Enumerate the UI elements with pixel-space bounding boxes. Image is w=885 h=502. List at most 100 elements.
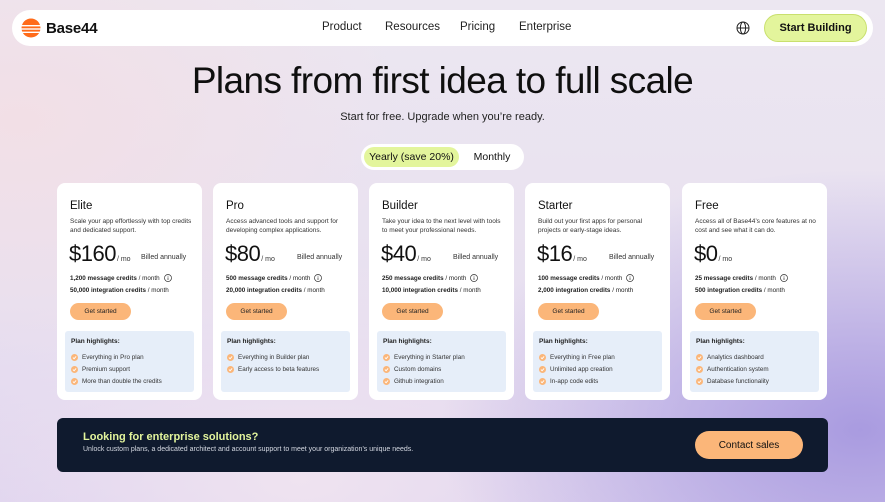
highlight-item: Analytics dashboard — [696, 351, 769, 363]
highlight-text: Everything in Free plan — [550, 353, 615, 361]
highlight-text: Custom domains — [394, 365, 442, 373]
plan-card-builder: Builder Take your idea to the next level… — [369, 183, 514, 400]
integration-credits: 500 integration credits — [695, 287, 763, 294]
highlight-text: Premium support — [82, 365, 130, 373]
price-amount: $16 — [537, 241, 573, 266]
get-started-button[interactable]: Get started — [226, 303, 287, 320]
highlight-text: Early access to beta features — [238, 365, 320, 373]
price-amount: $160 — [69, 241, 116, 266]
highlight-item: Everything in Builder plan — [227, 351, 319, 363]
top-navbar: Base44 Product Resources Pricing Enterpr… — [12, 10, 873, 46]
plan-highlights: Plan highlights: Analytics dashboard Auth… — [690, 331, 819, 392]
plan-price: $80 / mo — [225, 241, 275, 267]
check-icon — [383, 365, 390, 373]
plan-price: $0 / mo — [694, 241, 732, 267]
price-period: / mo — [718, 256, 733, 263]
highlight-text: More than double the credits — [82, 377, 162, 385]
integration-credits-period: / month — [145, 287, 169, 294]
billing-note: Billed annually — [453, 254, 499, 261]
start-building-button[interactable]: Start Building — [764, 14, 867, 42]
get-started-button[interactable]: Get started — [538, 303, 599, 320]
plan-highlights-title: Plan highlights: — [539, 338, 588, 345]
info-icon[interactable] — [626, 274, 635, 283]
credits-info: 25 message credits / month 500 integrati… — [695, 273, 817, 297]
info-icon[interactable] — [314, 274, 323, 283]
price-period: / mo — [261, 256, 275, 263]
check-icon — [227, 365, 234, 373]
highlight-item: Authentication system — [696, 363, 769, 375]
toggle-monthly[interactable]: Monthly — [464, 147, 520, 167]
integration-credits: 20,000 integration credits — [226, 287, 302, 294]
highlight-text: In-app code edits — [550, 377, 599, 385]
message-credits-line: 1,200 message credits / month — [70, 273, 192, 285]
nav-link-pricing[interactable]: Pricing — [460, 21, 495, 33]
price-amount: $80 — [225, 241, 261, 266]
nav-link-product[interactable]: Product — [322, 21, 362, 33]
check-icon — [383, 377, 390, 385]
check-icon — [539, 377, 546, 385]
check-icon — [71, 377, 78, 385]
billing-note: Billed annually — [141, 254, 187, 261]
globe-icon[interactable] — [736, 21, 750, 35]
plan-price: $16 / mo — [537, 241, 587, 267]
credits-info: 1,200 message credits / month 50,000 int… — [70, 273, 192, 297]
info-icon[interactable] — [470, 274, 479, 283]
plan-price: $40 / mo — [381, 241, 431, 267]
info-icon[interactable] — [780, 274, 788, 283]
price-amount: $0 — [694, 241, 718, 266]
get-started-button[interactable]: Get started — [70, 303, 131, 320]
integration-credits: 50,000 integration credits — [70, 287, 146, 294]
credits-info: 500 message credits / month 20,000 integ… — [226, 273, 348, 297]
message-credits-line: 500 message credits / month — [226, 273, 348, 285]
message-credits-line: 25 message credits / month — [695, 273, 817, 285]
info-icon[interactable] — [163, 274, 172, 283]
plan-highlights-title: Plan highlights: — [227, 338, 276, 345]
integration-credits: 10,000 integration credits — [382, 287, 458, 294]
highlight-item: Custom domains — [383, 363, 465, 375]
contact-sales-button[interactable]: Contact sales — [695, 431, 803, 459]
plan-highlights-title: Plan highlights: — [71, 338, 120, 345]
highlight-text: Authentication system — [707, 365, 769, 373]
message-credits-period: / month — [599, 275, 623, 282]
plan-card-free: Free Access all of Base44’s core feature… — [682, 183, 827, 400]
plan-highlights-title: Plan highlights: — [696, 338, 745, 345]
highlights-list: Everything in Free plan Unlimited app cre… — [539, 351, 615, 387]
plan-card-pro: Pro Access advanced tools and support fo… — [213, 183, 358, 400]
nav-link-resources[interactable]: Resources — [385, 21, 440, 33]
plan-description: Scale your app effortlessly with top cre… — [70, 218, 192, 234]
message-credits-period: / month — [287, 275, 311, 282]
toggle-yearly[interactable]: Yearly (save 20%) — [364, 147, 459, 167]
check-icon — [383, 353, 390, 361]
highlight-text: Everything in Starter plan — [394, 353, 465, 361]
message-credits: 100 message credits — [538, 275, 600, 282]
message-credits: 250 message credits — [382, 275, 444, 282]
enterprise-banner: Looking for enterprise solutions? Unlock… — [57, 418, 828, 472]
highlight-text: Everything in Pro plan — [82, 353, 144, 361]
highlight-item: In-app code edits — [539, 375, 615, 387]
check-icon — [227, 353, 234, 361]
integration-credits-line: 2,000 integration credits / month — [538, 285, 660, 297]
credits-info: 100 message credits / month 2,000 integr… — [538, 273, 660, 297]
plan-card-elite: Elite Scale your app effortlessly with t… — [57, 183, 202, 400]
plan-description: Access all of Base44’s core features at … — [695, 218, 816, 234]
plan-price: $160 / mo — [69, 241, 131, 267]
highlight-item: Premium support — [71, 363, 162, 375]
message-credits-line: 100 message credits / month — [538, 273, 660, 285]
price-period: / mo — [116, 256, 131, 263]
price-period: / mo — [417, 256, 431, 263]
message-credits: 25 message credits — [695, 275, 754, 282]
get-started-button[interactable]: Get started — [695, 303, 756, 320]
highlight-item: Everything in Pro plan — [71, 351, 162, 363]
highlight-text: Everything in Builder plan — [238, 353, 310, 361]
get-started-button[interactable]: Get started — [382, 303, 443, 320]
highlight-item: More than double the credits — [71, 375, 162, 387]
integration-credits-line: 50,000 integration credits / month — [70, 285, 192, 297]
nav-link-enterprise[interactable]: Enterprise — [519, 21, 571, 33]
highlight-item: Early access to beta features — [227, 363, 319, 375]
highlight-text: Database functionality — [707, 377, 769, 385]
integration-credits-line: 20,000 integration credits / month — [226, 285, 348, 297]
highlight-item: Unlimited app creation — [539, 363, 615, 375]
plan-highlights: Plan highlights: Everything in Pro plan P… — [65, 331, 194, 392]
message-credits: 1,200 message credits — [70, 275, 137, 282]
check-icon — [696, 377, 703, 385]
